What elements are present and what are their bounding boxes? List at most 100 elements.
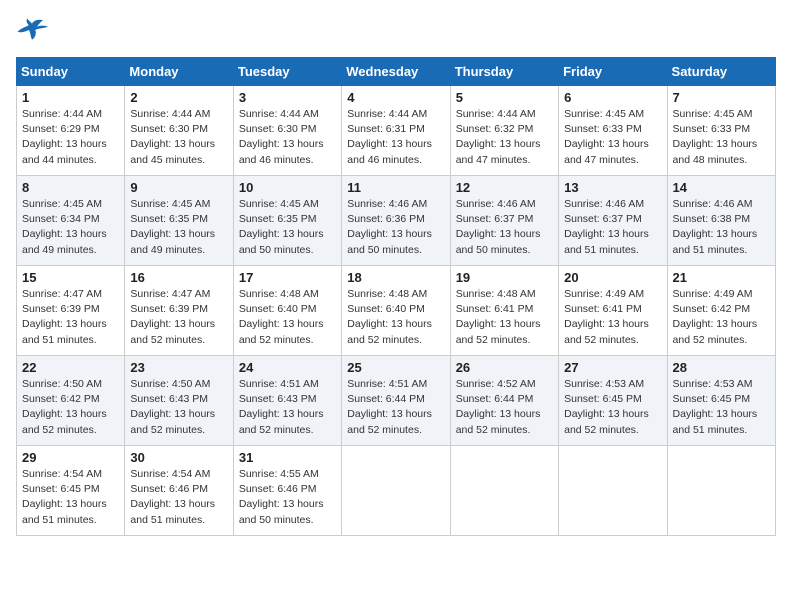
day-info: Sunrise: 4:44 AM Sunset: 6:32 PM Dayligh…	[456, 107, 553, 168]
day-number: 19	[456, 270, 553, 285]
day-number: 26	[456, 360, 553, 375]
day-info: Sunrise: 4:45 AM Sunset: 6:33 PM Dayligh…	[673, 107, 770, 168]
calendar-cell: 24 Sunrise: 4:51 AM Sunset: 6:43 PM Dayli…	[233, 356, 341, 446]
header-saturday: Saturday	[667, 58, 775, 86]
day-info: Sunrise: 4:45 AM Sunset: 6:35 PM Dayligh…	[239, 197, 336, 258]
calendar-cell: 2 Sunrise: 4:44 AM Sunset: 6:30 PM Daylig…	[125, 86, 233, 176]
calendar-cell: 26 Sunrise: 4:52 AM Sunset: 6:44 PM Dayli…	[450, 356, 558, 446]
day-info: Sunrise: 4:54 AM Sunset: 6:45 PM Dayligh…	[22, 467, 119, 528]
day-number: 13	[564, 180, 661, 195]
calendar-cell: 12 Sunrise: 4:46 AM Sunset: 6:37 PM Dayli…	[450, 176, 558, 266]
day-number: 20	[564, 270, 661, 285]
calendar-cell	[559, 446, 667, 536]
calendar-cell: 8 Sunrise: 4:45 AM Sunset: 6:34 PM Daylig…	[17, 176, 125, 266]
day-number: 4	[347, 90, 444, 105]
calendar-cell: 5 Sunrise: 4:44 AM Sunset: 6:32 PM Daylig…	[450, 86, 558, 176]
day-info: Sunrise: 4:53 AM Sunset: 6:45 PM Dayligh…	[564, 377, 661, 438]
day-number: 12	[456, 180, 553, 195]
calendar-cell: 13Sunrise: 4:46 AM Sunset: 6:37 PM Dayli…	[559, 176, 667, 266]
calendar-cell: 14 Sunrise: 4:46 AM Sunset: 6:38 PM Dayli…	[667, 176, 775, 266]
day-number: 14	[673, 180, 770, 195]
calendar-week-5: 29 Sunrise: 4:54 AM Sunset: 6:45 PM Dayli…	[17, 446, 776, 536]
day-number: 2	[130, 90, 227, 105]
calendar-cell	[450, 446, 558, 536]
day-number: 22	[22, 360, 119, 375]
calendar-header-row: SundayMondayTuesdayWednesdayThursdayFrid…	[17, 58, 776, 86]
day-number: 28	[673, 360, 770, 375]
day-info: Sunrise: 4:48 AM Sunset: 6:40 PM Dayligh…	[347, 287, 444, 348]
day-info: Sunrise: 4:44 AM Sunset: 6:31 PM Dayligh…	[347, 107, 444, 168]
day-number: 29	[22, 450, 119, 465]
day-info: Sunrise: 4:54 AM Sunset: 6:46 PM Dayligh…	[130, 467, 227, 528]
calendar-week-4: 22 Sunrise: 4:50 AM Sunset: 6:42 PM Dayli…	[17, 356, 776, 446]
header-friday: Friday	[559, 58, 667, 86]
calendar-cell	[667, 446, 775, 536]
calendar-cell: 18 Sunrise: 4:48 AM Sunset: 6:40 PM Dayli…	[342, 266, 450, 356]
calendar-cell: 9Sunrise: 4:45 AM Sunset: 6:35 PM Daylig…	[125, 176, 233, 266]
calendar-cell: 28 Sunrise: 4:53 AM Sunset: 6:45 PM Dayli…	[667, 356, 775, 446]
day-number: 8	[22, 180, 119, 195]
day-info: Sunrise: 4:44 AM Sunset: 6:30 PM Dayligh…	[130, 107, 227, 168]
calendar-cell: 21Sunrise: 4:49 AM Sunset: 6:42 PM Dayli…	[667, 266, 775, 356]
calendar-cell: 11Sunrise: 4:46 AM Sunset: 6:36 PM Dayli…	[342, 176, 450, 266]
calendar-cell	[342, 446, 450, 536]
day-info: Sunrise: 4:44 AM Sunset: 6:29 PM Dayligh…	[22, 107, 119, 168]
header	[16, 16, 776, 49]
logo	[16, 16, 50, 49]
day-number: 10	[239, 180, 336, 195]
calendar-cell: 25 Sunrise: 4:51 AM Sunset: 6:44 PM Dayli…	[342, 356, 450, 446]
calendar-cell: 15Sunrise: 4:47 AM Sunset: 6:39 PM Dayli…	[17, 266, 125, 356]
day-info: Sunrise: 4:51 AM Sunset: 6:44 PM Dayligh…	[347, 377, 444, 438]
calendar-cell: 20 Sunrise: 4:49 AM Sunset: 6:41 PM Dayli…	[559, 266, 667, 356]
day-number: 5	[456, 90, 553, 105]
header-wednesday: Wednesday	[342, 58, 450, 86]
day-info: Sunrise: 4:47 AM Sunset: 6:39 PM Dayligh…	[130, 287, 227, 348]
day-info: Sunrise: 4:51 AM Sunset: 6:43 PM Dayligh…	[239, 377, 336, 438]
calendar-table: SundayMondayTuesdayWednesdayThursdayFrid…	[16, 57, 776, 536]
day-number: 21	[673, 270, 770, 285]
calendar-week-1: 1 Sunrise: 4:44 AM Sunset: 6:29 PM Daylig…	[17, 86, 776, 176]
calendar-cell: 27Sunrise: 4:53 AM Sunset: 6:45 PM Dayli…	[559, 356, 667, 446]
day-number: 1	[22, 90, 119, 105]
header-sunday: Sunday	[17, 58, 125, 86]
day-number: 31	[239, 450, 336, 465]
day-info: Sunrise: 4:53 AM Sunset: 6:45 PM Dayligh…	[673, 377, 770, 438]
calendar-cell: 4 Sunrise: 4:44 AM Sunset: 6:31 PM Daylig…	[342, 86, 450, 176]
logo-bird-icon	[16, 16, 48, 44]
calendar-cell: 23 Sunrise: 4:50 AM Sunset: 6:43 PM Dayli…	[125, 356, 233, 446]
day-number: 18	[347, 270, 444, 285]
day-info: Sunrise: 4:50 AM Sunset: 6:43 PM Dayligh…	[130, 377, 227, 438]
calendar-cell: 29 Sunrise: 4:54 AM Sunset: 6:45 PM Dayli…	[17, 446, 125, 536]
day-number: 23	[130, 360, 227, 375]
calendar-cell: 1 Sunrise: 4:44 AM Sunset: 6:29 PM Daylig…	[17, 86, 125, 176]
day-info: Sunrise: 4:48 AM Sunset: 6:41 PM Dayligh…	[456, 287, 553, 348]
header-monday: Monday	[125, 58, 233, 86]
day-info: Sunrise: 4:45 AM Sunset: 6:34 PM Dayligh…	[22, 197, 119, 258]
day-number: 17	[239, 270, 336, 285]
day-info: Sunrise: 4:50 AM Sunset: 6:42 PM Dayligh…	[22, 377, 119, 438]
day-info: Sunrise: 4:49 AM Sunset: 6:41 PM Dayligh…	[564, 287, 661, 348]
header-tuesday: Tuesday	[233, 58, 341, 86]
calendar-cell: 30 Sunrise: 4:54 AM Sunset: 6:46 PM Dayli…	[125, 446, 233, 536]
day-number: 11	[347, 180, 444, 195]
day-info: Sunrise: 4:46 AM Sunset: 6:37 PM Dayligh…	[456, 197, 553, 258]
calendar-cell: 17 Sunrise: 4:48 AM Sunset: 6:40 PM Dayli…	[233, 266, 341, 356]
day-info: Sunrise: 4:52 AM Sunset: 6:44 PM Dayligh…	[456, 377, 553, 438]
day-info: Sunrise: 4:48 AM Sunset: 6:40 PM Dayligh…	[239, 287, 336, 348]
day-info: Sunrise: 4:44 AM Sunset: 6:30 PM Dayligh…	[239, 107, 336, 168]
day-number: 3	[239, 90, 336, 105]
day-number: 15	[22, 270, 119, 285]
day-number: 6	[564, 90, 661, 105]
day-number: 24	[239, 360, 336, 375]
day-number: 30	[130, 450, 227, 465]
calendar-cell: 7Sunrise: 4:45 AM Sunset: 6:33 PM Daylig…	[667, 86, 775, 176]
calendar-cell: 19 Sunrise: 4:48 AM Sunset: 6:41 PM Dayli…	[450, 266, 558, 356]
calendar-cell: 3 Sunrise: 4:44 AM Sunset: 6:30 PM Daylig…	[233, 86, 341, 176]
calendar-week-3: 15 Sunrise: 4:47 AM Sunset: 6:39 PM Dayli…	[17, 266, 776, 356]
day-number: 25	[347, 360, 444, 375]
day-info: Sunrise: 4:46 AM Sunset: 6:38 PM Dayligh…	[673, 197, 770, 258]
header-thursday: Thursday	[450, 58, 558, 86]
calendar-cell: 10 Sunrise: 4:45 AM Sunset: 6:35 PM Dayli…	[233, 176, 341, 266]
calendar-cell: 16Sunrise: 4:47 AM Sunset: 6:39 PM Dayli…	[125, 266, 233, 356]
calendar-cell: 22 Sunrise: 4:50 AM Sunset: 6:42 PM Dayli…	[17, 356, 125, 446]
